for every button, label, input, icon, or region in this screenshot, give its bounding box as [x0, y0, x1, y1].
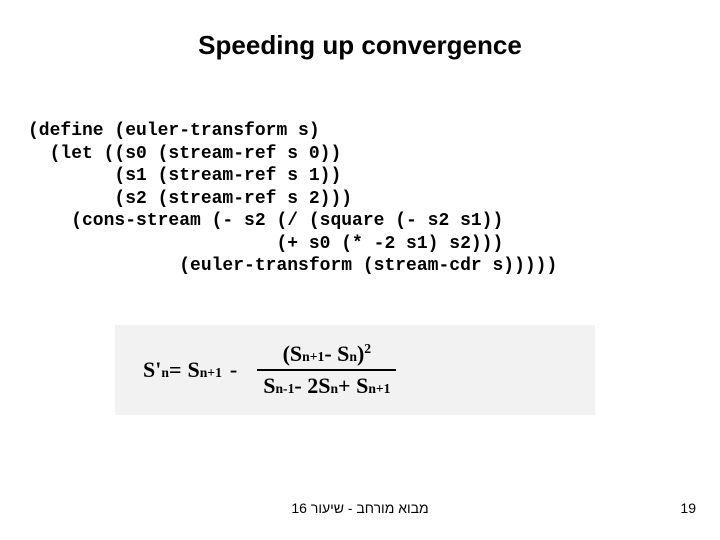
minus: - — [230, 357, 237, 383]
numerator: (Sn+1 - Sn)2 — [277, 339, 378, 369]
slide-number: 19 — [680, 500, 696, 516]
num-close: ) — [357, 341, 364, 367]
term-sn1: Sn+1 — [187, 357, 221, 383]
num-exp: 2 — [364, 341, 371, 357]
t1-base: S — [187, 357, 199, 383]
code-block: (define (euler-transform s) (let ((s0 (s… — [28, 120, 557, 278]
footer-text: מבוא מורחב - שיעור 16 — [0, 500, 720, 516]
slide-title: Speeding up convergence — [0, 30, 720, 61]
den-c: + S — [338, 373, 368, 399]
den-a: S — [263, 373, 275, 399]
denominator: Sn-1 - 2Sn + Sn+1 — [257, 371, 396, 401]
formula-rhs: Sn+1 - (Sn+1 - Sn)2 Sn-1 - 2Sn + Sn+1 — [187, 339, 396, 401]
eq: = — [169, 357, 182, 383]
formula: S'n = Sn+1 - (Sn+1 - Sn)2 Sn-1 - 2Sn + S… — [115, 325, 595, 415]
num-open: (S — [283, 341, 303, 367]
den-b: - 2S — [294, 373, 330, 399]
lhs-base: S' — [143, 357, 161, 383]
formula-lhs: S'n = — [143, 357, 181, 383]
fraction: (Sn+1 - Sn)2 Sn-1 - 2Sn + Sn+1 — [257, 339, 396, 401]
num-mid: - S — [324, 341, 349, 367]
